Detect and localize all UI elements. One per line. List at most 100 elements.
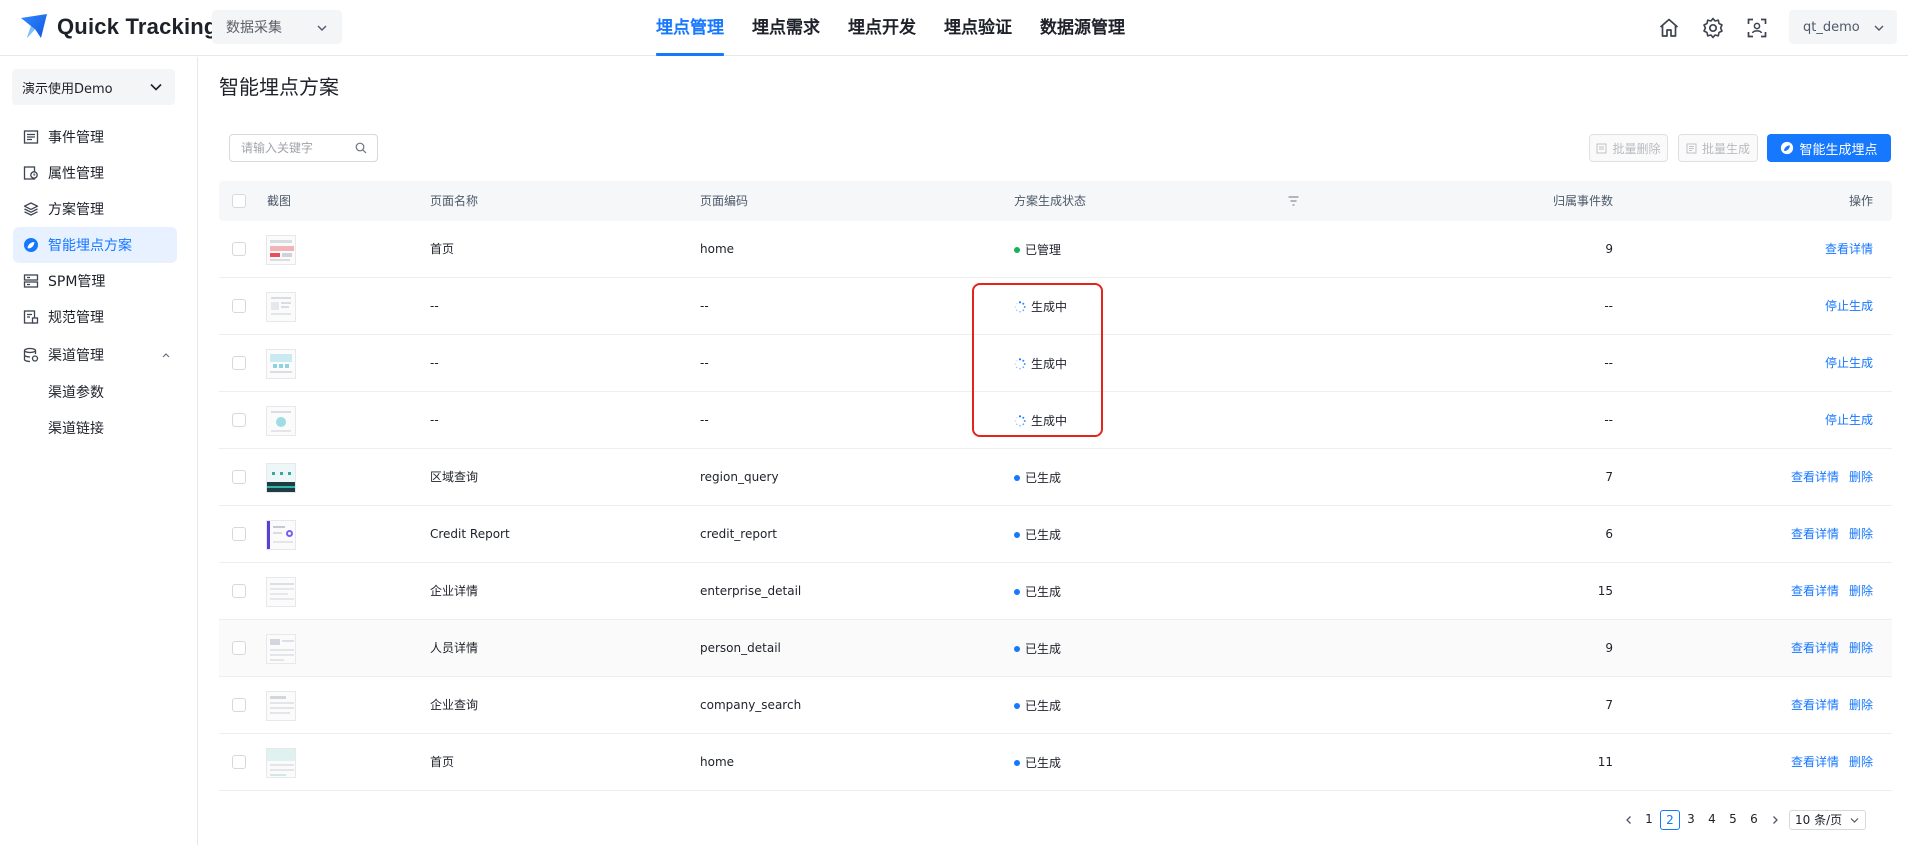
page-name: -- [430, 299, 439, 313]
view-details-link[interactable]: 查看详情 [1791, 677, 1839, 734]
view-details-link[interactable]: 查看详情 [1791, 620, 1839, 677]
page-name: 人员详情 [430, 641, 479, 655]
table-row: 人员详情 person_detail 已生成 9 查看详情 删除 [219, 620, 1892, 677]
stop-generation-link[interactable]: 停止生成 [1825, 278, 1873, 335]
view-details-link[interactable]: 查看详情 [1791, 506, 1839, 563]
delete-link[interactable]: 删除 [1849, 734, 1873, 791]
nav-tab-tracking-requirements[interactable]: 埋点需求 [752, 0, 820, 56]
sidebar-item-channel-management[interactable]: 渠道管理 [13, 337, 177, 373]
row-checkbox[interactable] [232, 356, 246, 370]
page-code: -- [700, 413, 709, 427]
page-name: -- [430, 413, 439, 427]
home-icon[interactable] [1657, 16, 1681, 40]
sidebar-item-spm-management[interactable]: SPM管理 [13, 263, 177, 299]
delete-link[interactable]: 删除 [1849, 449, 1873, 506]
page-screenshot-thumbnail[interactable] [266, 520, 296, 550]
batch-generate-button[interactable]: 批量生成 [1678, 134, 1758, 162]
row-checkbox[interactable] [232, 698, 246, 712]
page-screenshot-thumbnail[interactable] [266, 634, 296, 664]
sidebar-subitem-channel-params[interactable]: 渠道参数 [48, 381, 104, 405]
row-checkbox[interactable] [232, 641, 246, 655]
page-screenshot-thumbnail[interactable] [266, 577, 296, 607]
page-screenshot-thumbnail[interactable] [266, 349, 296, 379]
sidebar-subitem-channel-links[interactable]: 渠道链接 [48, 417, 104, 441]
chevron-left-icon[interactable] [1624, 815, 1634, 825]
page-button-1[interactable]: 1 [1639, 810, 1659, 830]
smart-generate-button[interactable]: 智能生成埋点 [1767, 134, 1891, 162]
loading-spinner-icon [1014, 414, 1026, 427]
nav-tab-tracking-development[interactable]: 埋点开发 [848, 0, 916, 56]
page-size-select[interactable]: 10 条/页 [1789, 810, 1866, 830]
view-details-link[interactable]: 查看详情 [1825, 221, 1873, 278]
event-count: 7 [1605, 470, 1613, 484]
status-label: 已生成 [1025, 699, 1062, 713]
row-checkbox[interactable] [232, 242, 246, 256]
page-screenshot-thumbnail[interactable] [266, 406, 296, 436]
page-name: -- [430, 356, 439, 370]
page-button-2[interactable]: 2 [1660, 810, 1680, 830]
row-checkbox[interactable] [232, 527, 246, 541]
select-all-checkbox[interactable] [232, 194, 246, 208]
sidebar-item-event-management[interactable]: 事件管理 [13, 119, 177, 155]
status-badge: 已生成 [1014, 677, 1061, 734]
table-row: 首页 home 已管理 9 查看详情 [219, 221, 1892, 278]
status-label: 生成中 [1031, 414, 1068, 428]
user-menu[interactable]: qt_demo [1789, 10, 1897, 44]
page-screenshot-thumbnail[interactable] [266, 748, 296, 778]
page-code: home [700, 755, 735, 769]
page-button-3[interactable]: 3 [1681, 810, 1701, 830]
delete-link[interactable]: 删除 [1849, 677, 1873, 734]
scan-icon[interactable] [1745, 16, 1769, 40]
filter-icon[interactable] [1288, 196, 1299, 206]
chevron-right-icon[interactable] [1770, 815, 1780, 825]
nav-tab-tracking-verification[interactable]: 埋点验证 [944, 0, 1012, 56]
page-screenshot-thumbnail[interactable] [266, 463, 296, 493]
view-details-link[interactable]: 查看详情 [1791, 563, 1839, 620]
search-placeholder: 请输入关键字 [241, 141, 314, 155]
row-checkbox[interactable] [232, 755, 246, 769]
table-row: 企业查询 company_search 已生成 7 查看详情 删除 [219, 677, 1892, 734]
page-button-5[interactable]: 5 [1723, 810, 1743, 830]
view-details-link[interactable]: 查看详情 [1791, 734, 1839, 791]
page-code: credit_report [700, 527, 777, 541]
sidebar-item-property-management[interactable]: 属性管理 [13, 155, 177, 191]
page-screenshot-thumbnail[interactable] [266, 235, 296, 265]
user-name: qt_demo [1803, 19, 1860, 35]
row-checkbox[interactable] [232, 299, 246, 313]
page-screenshot-thumbnail[interactable] [266, 691, 296, 721]
delete-link[interactable]: 删除 [1849, 506, 1873, 563]
settings-icon[interactable] [1701, 16, 1725, 40]
column-header-status: 方案生成状态 [1014, 194, 1087, 208]
sidebar-item-spec-management[interactable]: 规范管理 [13, 299, 177, 335]
sidebar-item-smart-tracking-plan[interactable]: 智能埋点方案 [13, 227, 177, 263]
sidebar-item-plan-management[interactable]: 方案管理 [13, 191, 177, 227]
project-select[interactable]: 演示使用Demo [12, 69, 175, 105]
row-checkbox[interactable] [232, 470, 246, 484]
row-checkbox[interactable] [232, 413, 246, 427]
stop-generation-link[interactable]: 停止生成 [1825, 335, 1873, 392]
page-button-6[interactable]: 6 [1744, 810, 1764, 830]
sidebar-item-label: 渠道管理 [48, 348, 104, 364]
row-checkbox[interactable] [232, 584, 246, 598]
nav-tab-data-source-management[interactable]: 数据源管理 [1040, 0, 1125, 56]
status-badge: 已生成 [1014, 449, 1061, 506]
sidebar: 演示使用Demo 事件管理 属性管理 方案管理 智能埋点方案 SPM管理 规范管… [0, 57, 198, 845]
status-label: 生成中 [1031, 300, 1068, 314]
page-screenshot-thumbnail[interactable] [266, 292, 296, 322]
delete-link[interactable]: 删除 [1849, 563, 1873, 620]
status-label: 已管理 [1025, 243, 1062, 257]
stop-generation-link[interactable]: 停止生成 [1825, 392, 1873, 449]
view-details-link[interactable]: 查看详情 [1791, 449, 1839, 506]
delete-link[interactable]: 删除 [1849, 620, 1873, 677]
batch-delete-button[interactable]: 批量删除 [1589, 134, 1668, 162]
sidebar-item-label: 属性管理 [48, 166, 104, 182]
table-row: 首页 home 已生成 11 查看详情 删除 [219, 734, 1892, 791]
page-name: 企业查询 [430, 698, 479, 712]
search-icon[interactable] [355, 142, 367, 154]
table-header: 截图 页面名称 页面编码 方案生成状态 归属事件数 操作 [219, 181, 1892, 221]
status-badge: 生成中 [1014, 392, 1067, 449]
status-badge: 已管理 [1014, 221, 1061, 278]
page-button-4[interactable]: 4 [1702, 810, 1722, 830]
nav-tab-tracking-management[interactable]: 埋点管理 [656, 0, 724, 56]
search-input[interactable]: 请输入关键字 [229, 134, 378, 162]
